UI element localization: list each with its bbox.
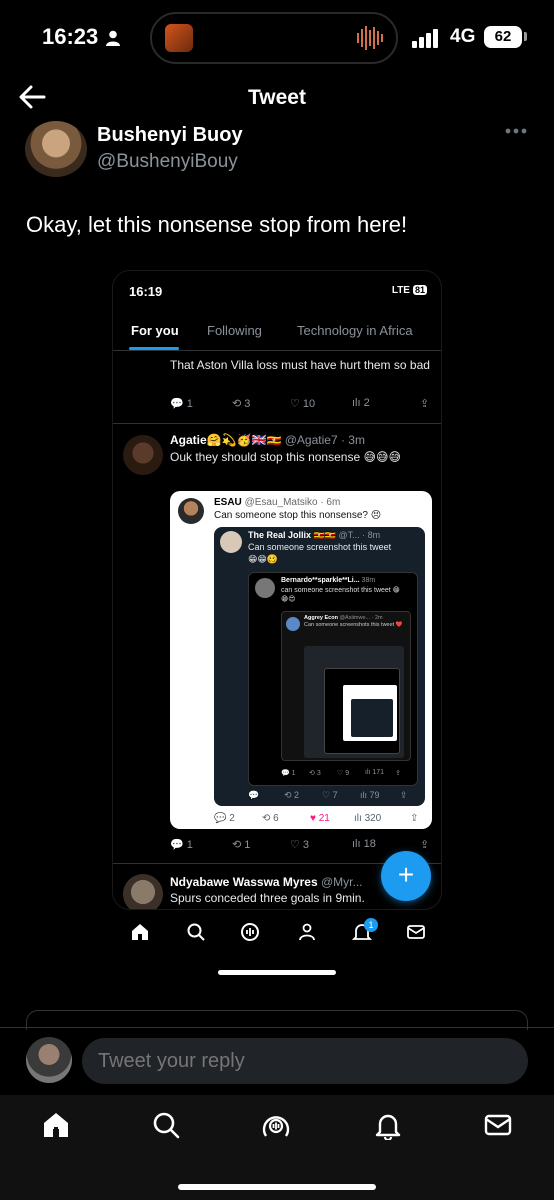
image-status-time: 16:19 (129, 284, 163, 299)
status-time: 16:23 (42, 24, 99, 49)
quote-aggrey-text: Can someone screenshots this tweet ❤️ (304, 622, 403, 628)
image-post3-text: Spurs conceded three goals in 9min. (170, 891, 365, 905)
search-icon[interactable] (151, 1110, 181, 1140)
image-post2-header: Agatie🤗💫🥳🇬🇧🇺🇬 @Agatie7 · 3m (170, 433, 365, 447)
image-tab-underline (129, 347, 179, 350)
network-label: 4G (450, 26, 476, 47)
quote-jollix-header: The Real Jollix 🇺🇬🇺🇬 @T... · 8m (248, 530, 381, 540)
nested-screenshot-inner (324, 668, 400, 754)
image-status-right: LTE 81 (392, 285, 427, 296)
image-quote-aggrey: Aggrey Econ @Asiimwe... · 2m Can someone… (281, 611, 411, 761)
image-tab-for-you: For you (131, 323, 179, 338)
tweet-text: Okay, let this nonsense stop from here! (26, 212, 408, 237)
battery-level: 62 (484, 26, 522, 48)
reply-input[interactable] (82, 1038, 528, 1084)
quote-aggrey-header: Aggrey Econ @Asiimwe... · 2m (304, 615, 383, 621)
nested-screenshot (304, 646, 404, 758)
image-tab-technology: Technology in Africa (297, 323, 413, 338)
image-battery: 81 (412, 285, 427, 295)
image-notif-badge: 1 (364, 918, 378, 932)
image-search-icon (187, 923, 205, 941)
current-user-avatar[interactable] (26, 1037, 72, 1083)
nested-screenshot-card (343, 685, 397, 741)
person-icon (106, 30, 120, 46)
quote-bernardo-header: Bernardo**sparkle**Li... 38m (281, 577, 376, 584)
image-home-icon (132, 924, 148, 940)
quote-bernardo-text: can someone screenshot this tweet 😁😁😍 (281, 587, 400, 603)
image-home-indicator (218, 970, 336, 975)
quote-aggrey-avatar (286, 617, 300, 631)
author-name[interactable]: Bushenyi Buoy (97, 124, 243, 147)
notifications-icon[interactable] (373, 1110, 403, 1140)
image-post1-likes: ♡ 10 (290, 398, 316, 410)
image-post3-header: Ndyabawe Wasswa Myres @Myr... (170, 875, 363, 889)
messages-icon[interactable] (483, 1110, 513, 1140)
reply-divider-line (0, 1027, 554, 1028)
image-post2-actions: 💬 1 ⟲ 1 ♡ 3 ılı 18 ⇪ (170, 838, 430, 851)
author-handle[interactable]: @BushenyiBouy (97, 151, 238, 173)
home-indicator (178, 1184, 376, 1190)
quote-esau-avatar (178, 498, 204, 524)
image-tab-following: Following (207, 323, 262, 338)
audio-wave-icon (357, 26, 383, 50)
author-avatar[interactable] (25, 121, 87, 177)
signal-icon (412, 29, 438, 48)
image-post2-avatar (123, 435, 163, 475)
image-quote-esau: ESAU @Esau_Matsiko · 6m Can someone stop… (170, 491, 432, 829)
image-communities-icon (299, 923, 315, 941)
image-spaces-icon (241, 923, 259, 941)
tweet-image[interactable]: 16:19 LTE 81 For you Following Technology… (112, 270, 442, 910)
nested-screenshot-deepest (351, 699, 393, 737)
image-quote-jollix: The Real Jollix 🇺🇬🇺🇬 @T... · 8m Can some… (214, 527, 425, 806)
image-post1-text: That Aston Villa loss must have hurt the… (170, 358, 430, 372)
image-messages-icon (407, 925, 425, 939)
image-post2-text: Ouk they should stop this nonsense 😅😅😅 (170, 450, 401, 464)
image-post1-views: ılı 2 (352, 397, 370, 409)
quote-jollix-avatar (220, 531, 242, 553)
image-post1-share: ⇪ (420, 398, 430, 410)
home-icon[interactable] (41, 1110, 71, 1140)
now-playing-app-icon (165, 24, 193, 52)
quote-bernardo-avatar (255, 578, 275, 598)
more-icon[interactable] (505, 127, 527, 135)
image-network: LTE (391, 285, 410, 296)
page-title: Tweet (248, 86, 306, 109)
battery-tip (524, 32, 527, 41)
image-post1-actions: 💬 1 ⟲ 3 ♡ 10 ılı 2 ⇪ (170, 397, 432, 413)
image-bottom-nav: 1 (112, 912, 442, 954)
image-compose-fab: + (381, 851, 431, 901)
quote-jollix-text: Can someone screenshot this tweet 😁😁🥴 (248, 542, 392, 564)
image-post1-replies: 💬 1 (170, 398, 193, 410)
image-post3-avatar (123, 874, 163, 909)
quote-esau-text: Can someone stop this nonsense? 😣 (214, 510, 382, 521)
image-quote-bernardo: Bernardo**sparkle**Li... 38m can someone… (248, 572, 418, 786)
spaces-icon[interactable] (261, 1110, 291, 1140)
image-divider (113, 423, 441, 424)
image-post1-retweets: ⟲ 3 (232, 398, 251, 410)
quote-esau-header: ESAU @Esau_Matsiko · 6m (214, 497, 341, 508)
